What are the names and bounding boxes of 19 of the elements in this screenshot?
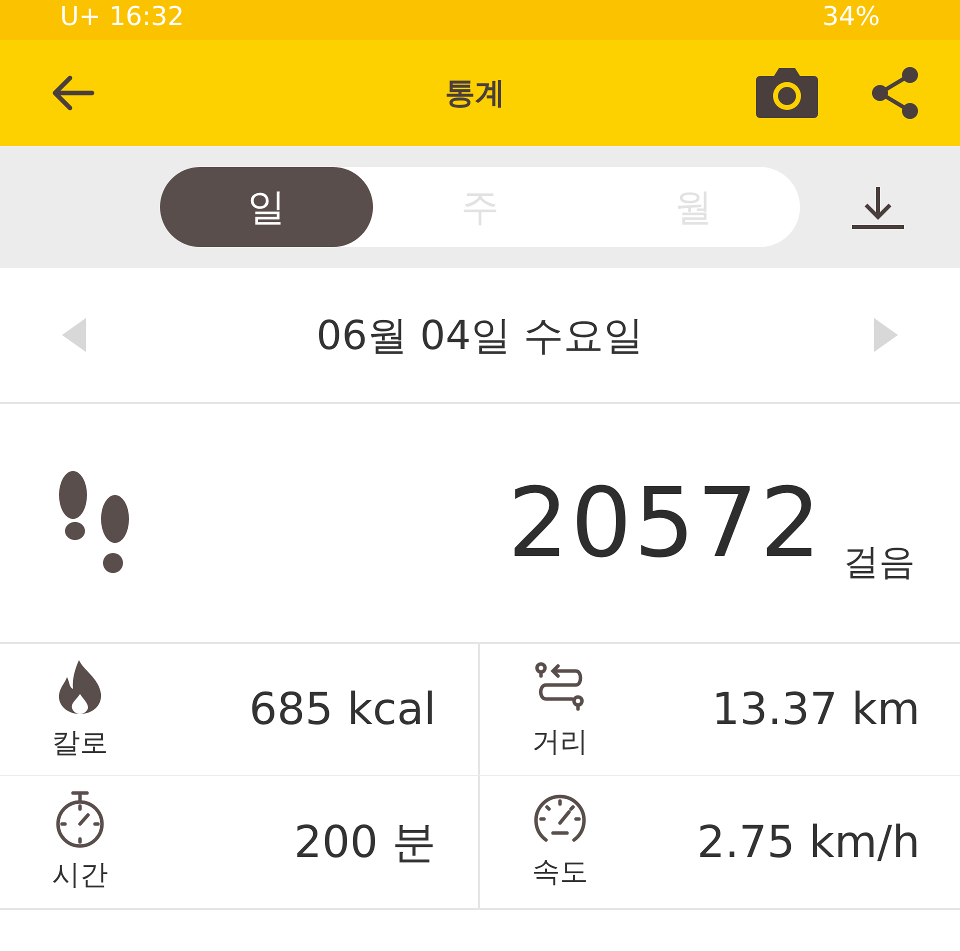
stat-value: 200 분 <box>294 816 436 870</box>
stat-label: 거리 <box>532 724 588 760</box>
share-button[interactable] <box>870 65 920 121</box>
stat-value: 13.37 km <box>712 684 920 735</box>
stat-value: 2.75 km/h <box>696 816 920 868</box>
period-tab[interactable]: 일 <box>160 167 374 247</box>
step-count: 20572 <box>508 467 823 579</box>
status-time: U+ 16:32 <box>60 2 184 32</box>
stat-value: 685 kcal <box>249 684 436 735</box>
date-label: 06월 04일 수요일 <box>316 312 644 360</box>
screen-title: 통계 <box>444 74 506 112</box>
camera-button[interactable] <box>754 66 820 120</box>
step-unit: 걸음 <box>843 541 915 585</box>
battery-level: 34% <box>822 2 880 32</box>
back-button[interactable] <box>50 73 96 113</box>
stat-label: 칼로 <box>52 724 108 760</box>
stat-label: 속도 <box>532 854 588 890</box>
stat-label: 시간 <box>52 857 108 893</box>
speedometer-icon <box>532 793 588 845</box>
